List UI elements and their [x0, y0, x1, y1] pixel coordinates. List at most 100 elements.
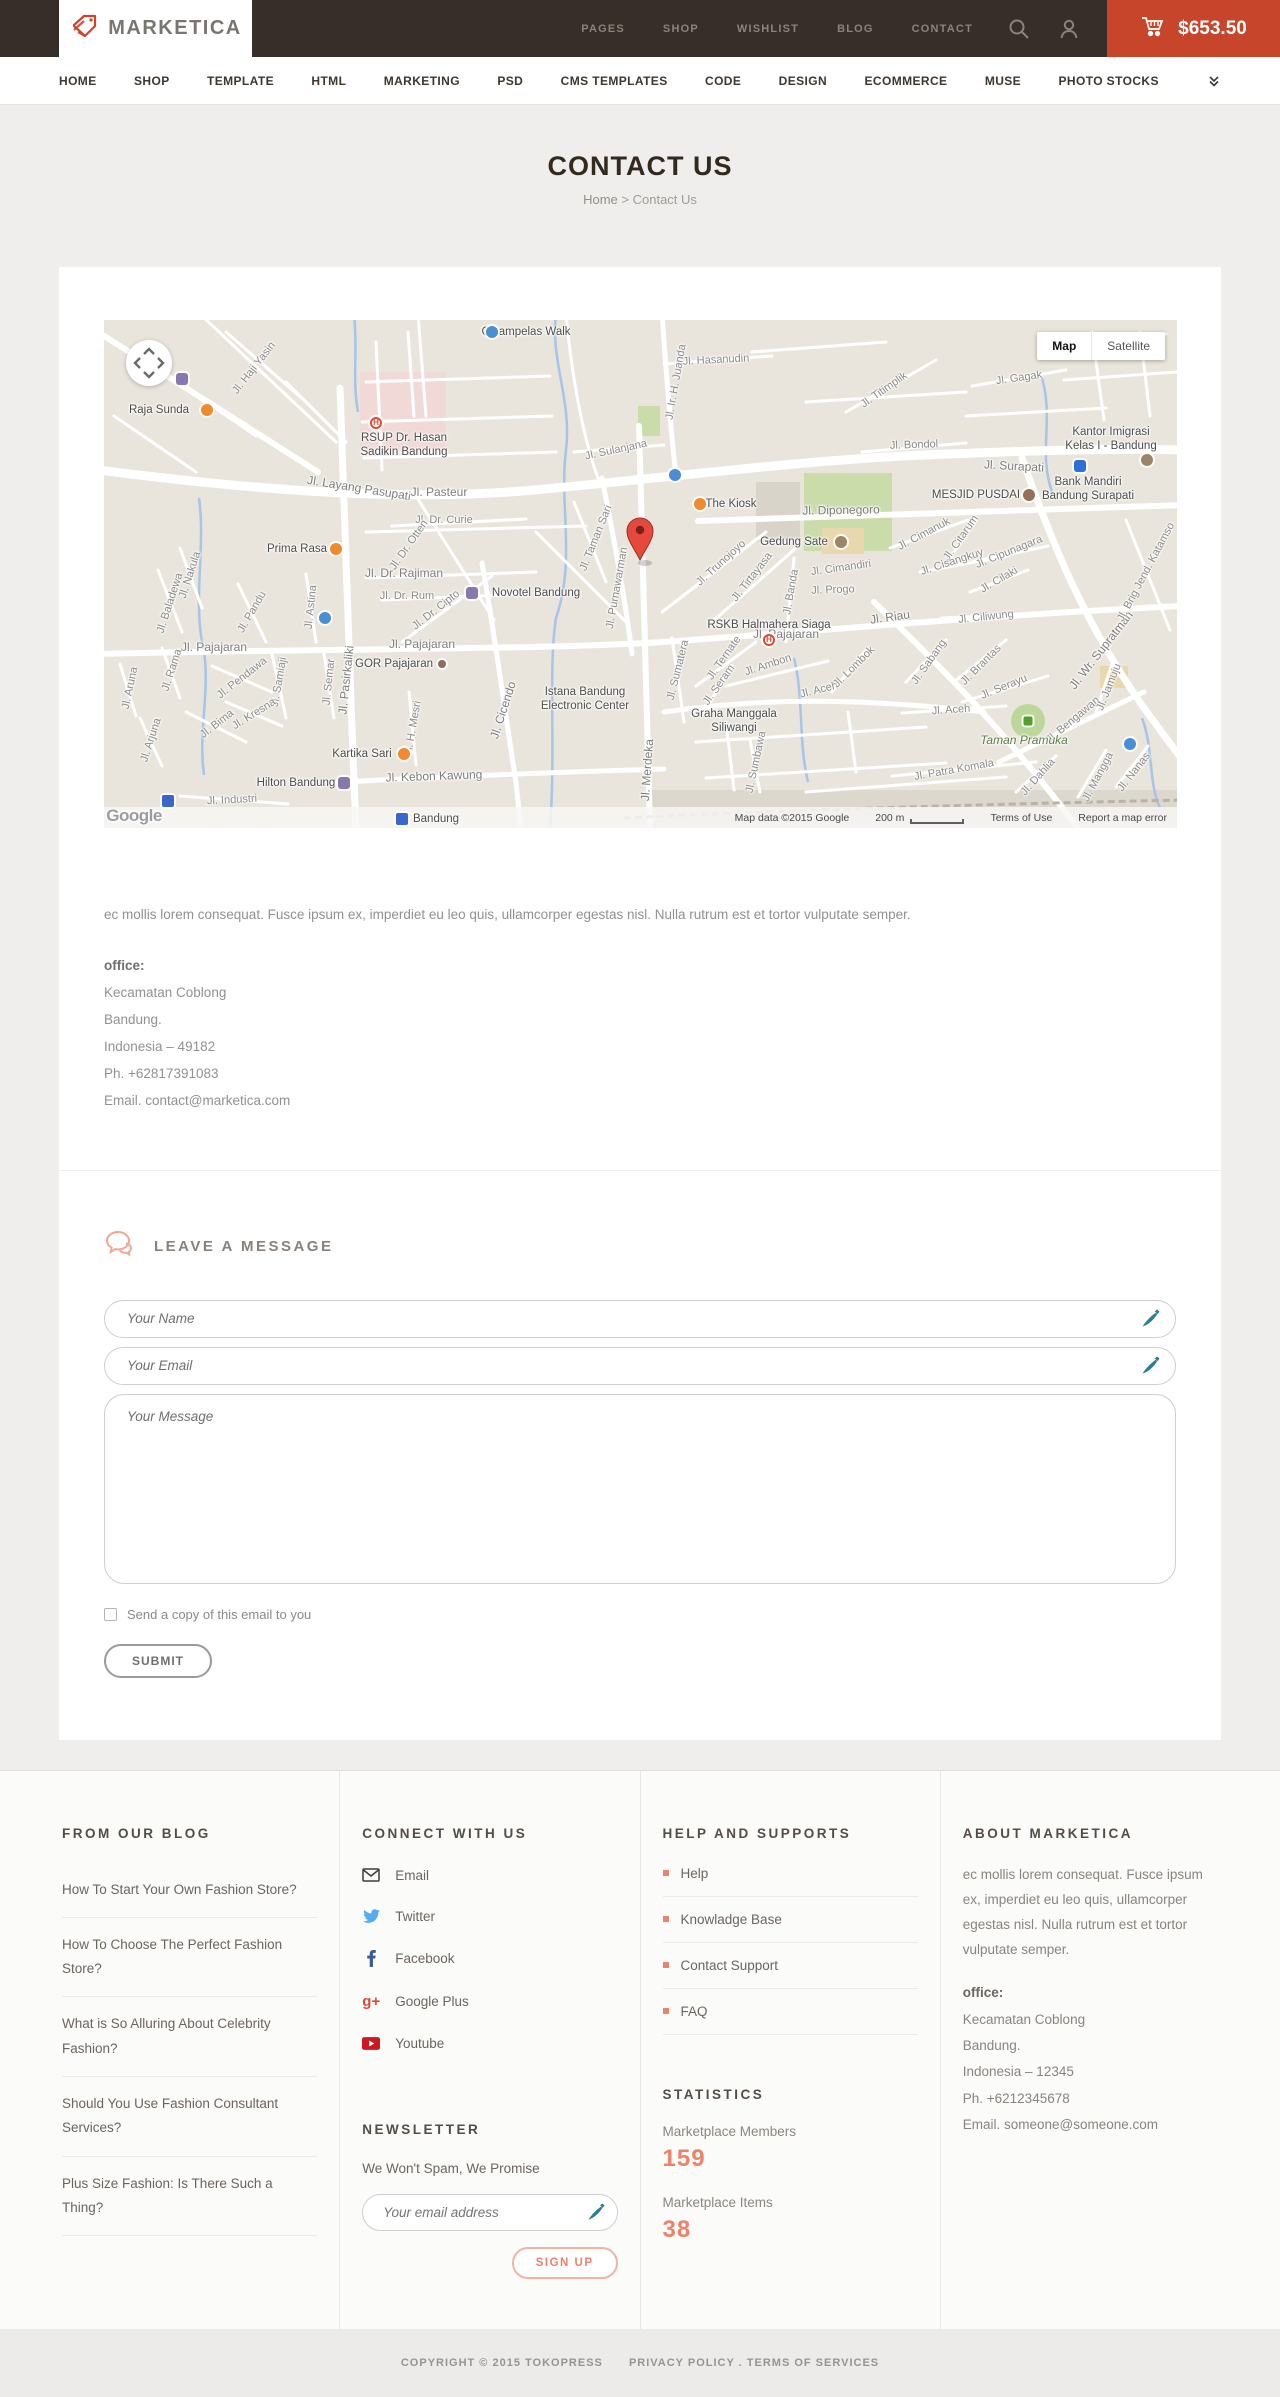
office-line: Ph. +6212345678: [962, 2090, 1070, 2106]
map-terms-link[interactable]: Terms of Use: [990, 812, 1052, 824]
newsletter-tagline: We Won't Spam, We Promise: [362, 2160, 540, 2176]
chevron-down-icon[interactable]: [1207, 74, 1221, 88]
statistics-heading: STATISTICS: [662, 2086, 765, 2102]
social-googleplus-link[interactable]: g+ Google Plus: [362, 1980, 617, 2023]
stat-value: 159: [662, 2144, 706, 2172]
map-type-satellite-button[interactable]: Satellite: [1091, 332, 1165, 360]
nav-contact[interactable]: CONTACT: [912, 23, 973, 35]
contact-intro: ec mollis lorem consequat. Fusce ipsum e…: [104, 907, 911, 922]
facebook-icon: [362, 1949, 380, 1967]
chat-bubbles-icon: [104, 1229, 138, 1264]
social-label: Google Plus: [395, 1993, 469, 2009]
nav-shop[interactable]: SHOP: [663, 23, 699, 35]
menu-shop[interactable]: SHOP: [134, 74, 170, 88]
office-label: office:: [104, 957, 145, 973]
message-field-wrap: [104, 1393, 1176, 1589]
help-link[interactable]: FAQ: [662, 1989, 918, 2035]
menu-marketing[interactable]: MARKETING: [384, 74, 460, 88]
menu-code[interactable]: CODE: [705, 74, 741, 88]
signup-button[interactable]: SIGN UP: [511, 2246, 618, 2279]
menu-cms-templates[interactable]: CMS TEMPLATES: [561, 74, 668, 88]
office-line: Kecamatan Coblong: [962, 2011, 1086, 2027]
help-heading: HELP AND SUPPORTS: [662, 1825, 852, 1841]
office-line: Kecamatan Coblong: [104, 984, 227, 1000]
header-nav: PAGES SHOP WISHLIST BLOG CONTACT: [581, 23, 973, 35]
nav-wishlist[interactable]: WISHLIST: [737, 23, 799, 35]
blog-link[interactable]: Plus Size Fashion: Is There Such a Thing…: [62, 2157, 318, 2237]
page-hero: CONTACT US Home > Contact Us: [0, 105, 1280, 267]
map-type-map-button[interactable]: Map: [1037, 332, 1092, 360]
breadcrumb-home[interactable]: Home: [583, 192, 618, 207]
message-textarea[interactable]: [104, 1393, 1176, 1584]
about-office-block: office: Kecamatan Coblong Bandung. Indon…: [963, 1980, 1218, 2138]
menu-design[interactable]: DESIGN: [779, 74, 827, 88]
category-menu: HOME SHOP TEMPLATE HTML MARKETING PSD CM…: [0, 57, 1280, 105]
office-line: Bandung.: [962, 2038, 1021, 2054]
footer-connect-column: CONNECT WITH US Email Twitter Facebook g…: [339, 1770, 639, 2329]
pen-icon: [1141, 1356, 1160, 1380]
send-copy-label: Send a copy of this email to you: [127, 1606, 312, 1622]
blog-link[interactable]: What is So Alluring About Celebrity Fash…: [62, 1997, 318, 2078]
nav-blog[interactable]: BLOG: [837, 23, 874, 35]
footer-help-column: HELP AND SUPPORTS Help Knowladge Base Co…: [639, 1770, 940, 2329]
search-icon[interactable]: [1007, 17, 1031, 41]
menu-home[interactable]: HOME: [59, 74, 97, 88]
blog-link[interactable]: How To Choose The Perfect Fashion Store?: [62, 1918, 318, 1998]
newsletter-email-input[interactable]: [362, 2193, 618, 2231]
social-youtube-link[interactable]: Youtube: [362, 2023, 617, 2064]
nav-pages[interactable]: PAGES: [581, 23, 625, 35]
menu-html[interactable]: HTML: [311, 74, 346, 88]
footer: FROM OUR BLOG How To Start Your Own Fash…: [0, 1769, 1280, 2397]
help-link[interactable]: Knowladge Base: [662, 1897, 918, 1943]
blog-link[interactable]: How To Start Your Own Fashion Store?: [62, 1863, 318, 1918]
envelope-icon: [362, 1868, 380, 1882]
form-heading: LEAVE A MESSAGE: [154, 1237, 334, 1255]
brand-logo[interactable]: MARKETICA: [59, 0, 252, 57]
name-field-wrap: [104, 1299, 1176, 1338]
blog-link[interactable]: Should You Use Fashion Consultant Servic…: [62, 2077, 318, 2157]
googleplus-icon: g+: [362, 1992, 381, 2010]
page-title: CONTACT US: [547, 151, 733, 181]
email-input[interactable]: [104, 1346, 1176, 1385]
map-scale-label: 200 m: [875, 811, 905, 824]
social-twitter-link[interactable]: Twitter: [362, 1896, 617, 1937]
menu-photo-stocks[interactable]: PHOTO STOCKS: [1058, 74, 1158, 88]
menu-template[interactable]: TEMPLATE: [207, 74, 274, 88]
newsletter-heading: NEWSLETTER: [362, 2121, 481, 2137]
map-report-link[interactable]: Report a map error: [1078, 812, 1167, 824]
statistics-block: STATISTICS Marketplace Members 159 Marke…: [663, 2087, 918, 2244]
cart-total: $653.50: [1178, 17, 1247, 39]
social-email-link[interactable]: Email: [362, 1855, 617, 1896]
about-heading: ABOUT MARKETICA: [962, 1825, 1133, 1841]
office-line: Bandung.: [104, 1011, 162, 1027]
help-link[interactable]: Contact Support: [662, 1943, 918, 1989]
footer-about-column: ABOUT MARKETICA ec mollis lorem consequa…: [939, 1770, 1240, 2329]
breadcrumb-current: Contact Us: [632, 192, 697, 207]
google-map[interactable]: Jl. Haji Yasin Jl. Layang Pasupati Jl. Pas…: [104, 320, 1177, 828]
submit-button[interactable]: SUBMIT: [104, 1643, 212, 1678]
social-facebook-link[interactable]: Facebook: [362, 1937, 617, 1980]
social-label: Facebook: [395, 1950, 455, 1966]
office-line: Email. someone@someone.com: [962, 2117, 1159, 2133]
social-label: Email: [395, 1867, 430, 1883]
footer-blog-column: FROM OUR BLOG How To Start Your Own Fash…: [40, 1771, 339, 2329]
office-line: Email. contact@marketica.com: [104, 1092, 291, 1108]
menu-ecommerce[interactable]: ECOMMERCE: [864, 74, 947, 88]
social-label: Youtube: [395, 2035, 445, 2051]
breadcrumb: Home > Contact Us: [0, 192, 1280, 207]
user-icon[interactable]: [1057, 17, 1081, 41]
name-input[interactable]: [104, 1299, 1176, 1338]
menu-psd[interactable]: PSD: [497, 74, 523, 88]
legal-links[interactable]: PRIVACY POLICY . TERMS OF SERVICES: [629, 2357, 879, 2369]
help-link[interactable]: Help: [662, 1851, 918, 1897]
breadcrumb-separator: >: [621, 192, 629, 207]
office-line: Indonesia – 12345: [962, 2064, 1074, 2080]
help-label: Help: [680, 1865, 709, 1881]
map-scale: 200 m: [875, 811, 965, 824]
map-data-credit: Map data ©2015 Google: [734, 811, 850, 824]
map-type-control: Map Satellite: [1037, 332, 1165, 360]
cart-button[interactable]: $653.50: [1107, 0, 1280, 57]
menu-muse[interactable]: MUSE: [985, 74, 1021, 88]
send-copy-checkbox[interactable]: [104, 1607, 117, 1621]
map-pan-control[interactable]: [126, 340, 172, 386]
